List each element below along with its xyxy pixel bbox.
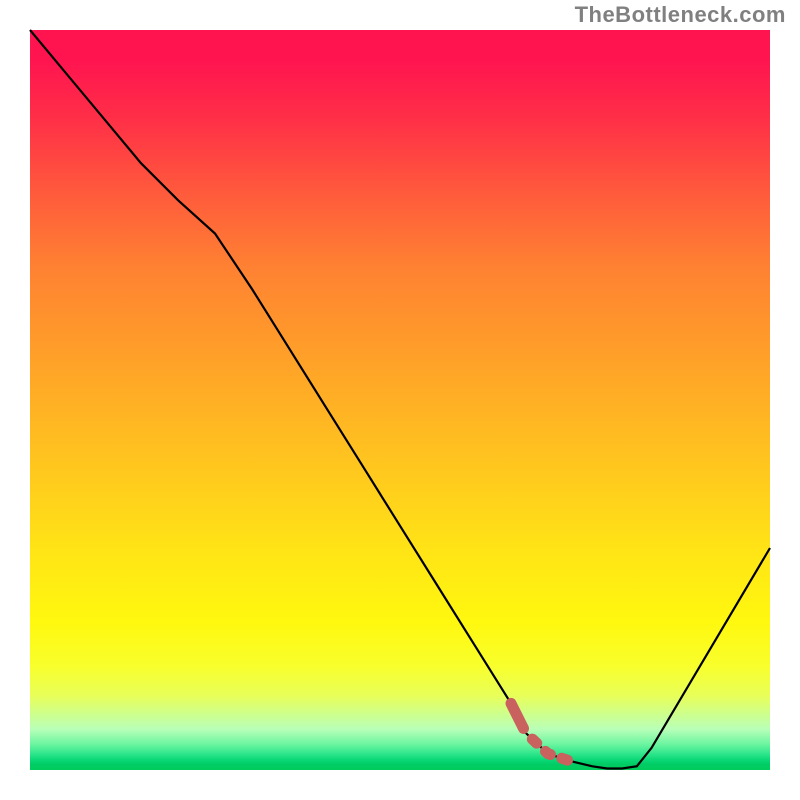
chart-svg <box>30 30 770 770</box>
chart-container: TheBottleneck.com <box>0 0 800 800</box>
watermark-text: TheBottleneck.com <box>575 2 786 28</box>
bottleneck-curve <box>30 30 770 769</box>
plot-area <box>30 30 770 770</box>
